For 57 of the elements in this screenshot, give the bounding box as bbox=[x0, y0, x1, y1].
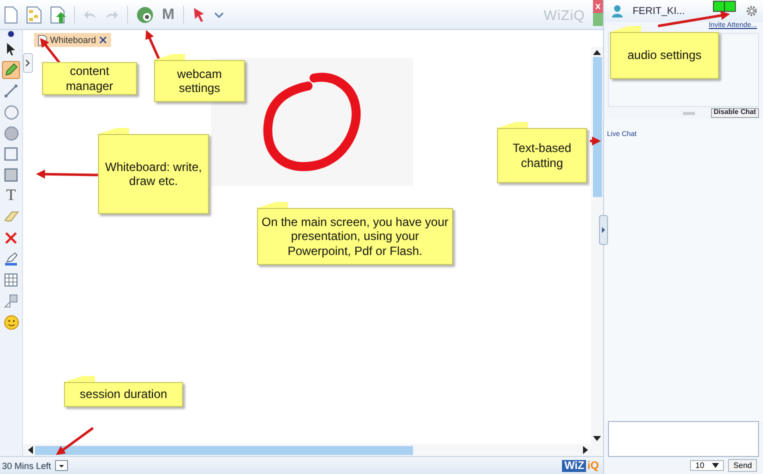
eraser-icon bbox=[4, 211, 18, 223]
send-button[interactable]: Send bbox=[728, 459, 757, 472]
brand-logo: WiZ iQ bbox=[562, 460, 600, 472]
pointer-icon[interactable] bbox=[192, 6, 206, 22]
settings-icon[interactable] bbox=[746, 4, 757, 18]
arrow bbox=[590, 136, 601, 146]
callout-note: On the main screen, you have your presentation, using your Powerpoint, Pdf or Flash. bbox=[257, 202, 456, 268]
upload-icon[interactable] bbox=[50, 6, 66, 24]
delete-icon bbox=[5, 232, 17, 244]
dropdown-icon[interactable] bbox=[55, 460, 68, 471]
content-manager-icon[interactable] bbox=[26, 6, 42, 24]
scroll-left-icon[interactable] bbox=[27, 446, 33, 454]
circle-icon bbox=[4, 104, 18, 120]
user-icon bbox=[612, 3, 623, 19]
square-icon bbox=[4, 147, 18, 161]
collapse-handle-icon[interactable] bbox=[599, 215, 608, 245]
status-dot-icon bbox=[8, 31, 14, 37]
scroll-thumb[interactable] bbox=[35, 446, 413, 454]
filled-circle-icon bbox=[4, 126, 18, 140]
scroll-up-icon[interactable] bbox=[593, 49, 601, 55]
caret-icon[interactable] bbox=[214, 12, 224, 18]
filled-square-icon bbox=[4, 168, 18, 182]
scroll-right-icon[interactable] bbox=[583, 446, 589, 454]
close-icon[interactable] bbox=[99, 36, 108, 44]
cube-icon bbox=[4, 294, 18, 308]
m-button[interactable]: M bbox=[162, 6, 174, 23]
webcam-icon[interactable] bbox=[136, 6, 154, 24]
arrow-cursor-icon bbox=[6, 42, 16, 56]
callout-note: session duration bbox=[64, 376, 186, 410]
tool-button[interactable]: T bbox=[2, 187, 20, 205]
user-name: FERIT_KI... bbox=[632, 6, 685, 16]
message-field[interactable] bbox=[608, 421, 759, 457]
time-left-label: 30 Mins Left bbox=[1, 460, 52, 470]
grid-icon bbox=[4, 273, 18, 287]
flyout-handle-icon[interactable] bbox=[23, 53, 33, 73]
highlighter-icon bbox=[4, 252, 18, 266]
resize-grip[interactable] bbox=[682, 112, 695, 114]
smiley-icon bbox=[4, 314, 18, 330]
font-size-select[interactable]: 10 bbox=[690, 460, 724, 471]
callout-note: webcam settings bbox=[154, 54, 248, 105]
scroll-thumb[interactable] bbox=[592, 57, 602, 197]
arrow bbox=[56, 427, 94, 455]
tool-button[interactable] bbox=[2, 313, 20, 331]
caret-icon bbox=[712, 463, 720, 468]
whiteboard-tab[interactable]: Whiteboard bbox=[34, 33, 112, 47]
callout-note: Text-based chatting bbox=[497, 122, 590, 186]
new-page-icon[interactable] bbox=[4, 6, 18, 24]
line-icon bbox=[4, 84, 18, 98]
callout-note: Whiteboard: write, draw etc. bbox=[98, 128, 212, 217]
callout-note: content manager bbox=[42, 62, 140, 98]
scroll-down-icon[interactable] bbox=[593, 436, 601, 442]
arrow bbox=[36, 170, 98, 179]
brand-logo: WiZiQ bbox=[544, 6, 585, 22]
pencil-icon bbox=[4, 63, 18, 77]
callout-note: audio settings bbox=[610, 26, 722, 82]
mic-level-meter bbox=[712, 0, 736, 13]
close-icon[interactable] bbox=[593, 0, 603, 26]
